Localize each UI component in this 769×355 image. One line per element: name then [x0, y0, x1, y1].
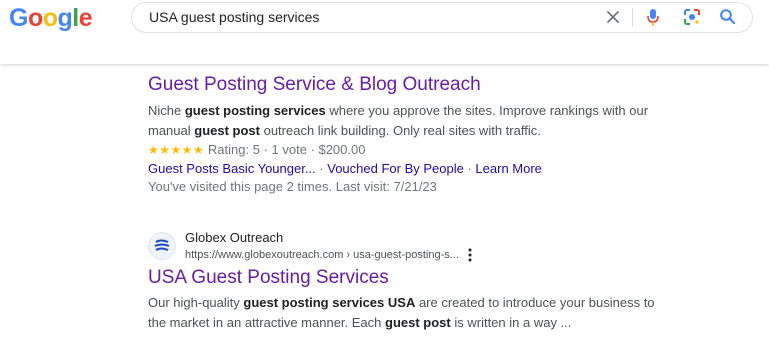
- logo-letter: g: [57, 4, 73, 32]
- clear-icon[interactable]: [606, 9, 620, 25]
- snippet-keyword: guest post: [194, 123, 260, 138]
- logo-letter: o: [27, 4, 43, 32]
- snippet-text: Our high-quality: [148, 295, 244, 310]
- sitelink-learn-more[interactable]: Learn More: [475, 161, 541, 176]
- lens-icon[interactable]: [683, 8, 701, 26]
- mic-icon[interactable]: [646, 8, 660, 27]
- google-logo[interactable]: Google: [9, 4, 93, 33]
- rating-text: Rating: 5 · 1 vote · $200.00: [207, 142, 366, 157]
- snippet-keyword: guest posting services USA: [243, 295, 416, 310]
- sitelink-guest-posts-basic[interactable]: Guest Posts Basic Younger...: [148, 161, 316, 176]
- snippet-text: is written in a way ...: [450, 315, 572, 330]
- result-2: USA Guest Posting Services Our high-qual…: [148, 267, 748, 333]
- result-2-site-name[interactable]: Globex Outreach: [185, 230, 283, 245]
- result-2-title[interactable]: USA Guest Posting Services: [148, 267, 389, 288]
- result-1-snippet: Niche guest posting services where you a…: [148, 101, 678, 141]
- logo-letter: o: [42, 4, 58, 32]
- snippet-text: Niche: [148, 103, 185, 118]
- result-1: Guest Posting Service & Blog Outreach Ni…: [148, 74, 748, 194]
- result-1-sitelinks: Guest Posts Basic Younger... · Vouched F…: [148, 161, 542, 176]
- search-box[interactable]: USA guest posting services: [131, 2, 753, 33]
- result-1-rating: ★★★★★ Rating: 5 · 1 vote · $200.00: [148, 142, 748, 157]
- search-divider: [632, 8, 633, 27]
- more-options-icon[interactable]: [466, 247, 474, 263]
- result-2-url[interactable]: https://www.globexoutreach.com › usa-gue…: [185, 249, 459, 261]
- search-header: Google USA guest posting services: [0, 0, 769, 64]
- visited-note: You've visited this page 2 times. Last v…: [148, 179, 437, 194]
- logo-letter: G: [9, 4, 28, 32]
- rating-stars: ★★★★★: [148, 143, 205, 157]
- snippet-keyword: guest posting services: [184, 103, 326, 118]
- logo-letter: e: [78, 4, 93, 32]
- search-input[interactable]: USA guest posting services: [149, 9, 319, 25]
- snippet-keyword: guest post: [385, 315, 451, 330]
- result-2-snippet: Our high-quality guest posting services …: [148, 293, 668, 333]
- result-1-title[interactable]: Guest Posting Service & Blog Outreach: [148, 74, 481, 95]
- globex-favicon[interactable]: [148, 232, 176, 260]
- sitelink-vouched[interactable]: Vouched For By People: [327, 161, 464, 176]
- snippet-text: outreach link building. Only real sites …: [259, 123, 541, 138]
- search-icon[interactable]: [719, 8, 736, 25]
